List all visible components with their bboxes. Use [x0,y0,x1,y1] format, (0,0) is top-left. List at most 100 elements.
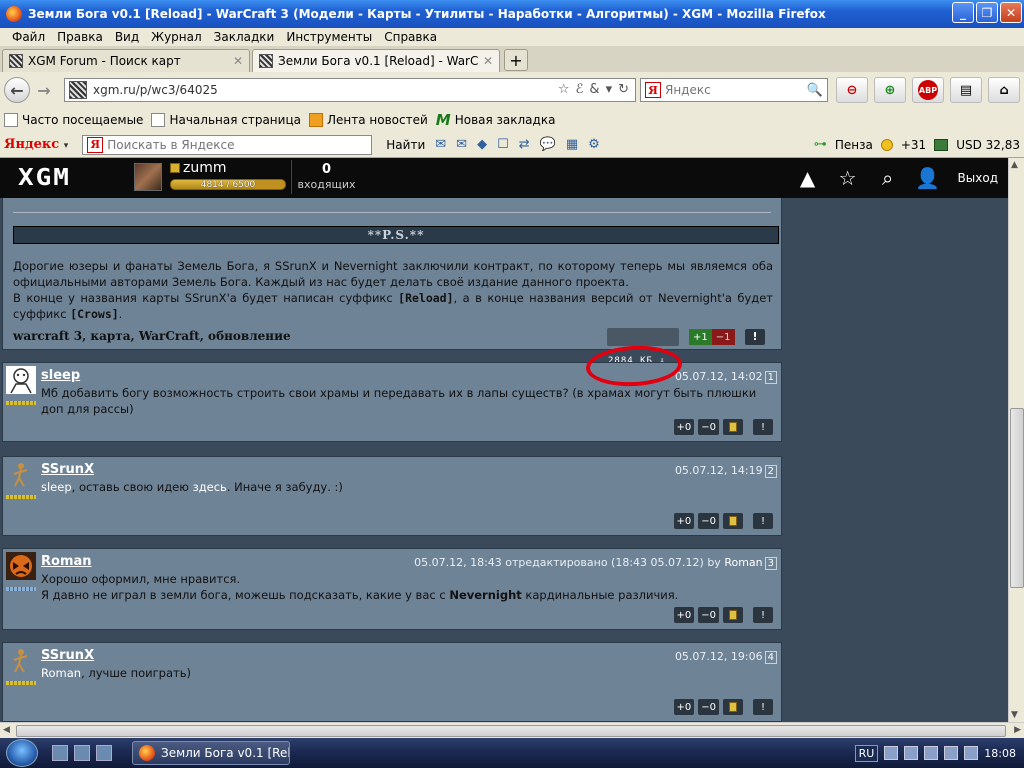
bookmark-star-icon[interactable]: ☆ [558,82,570,97]
yandex-search-field[interactable]: Я [82,134,373,155]
bookmark-icon[interactable] [723,419,743,435]
safely-remove-icon[interactable] [944,746,959,760]
bookmark-new[interactable]: M Новая закладка [436,111,556,129]
incoming-messages[interactable]: 0 входящих [291,160,361,194]
comment-number[interactable]: 1 [764,371,777,384]
bookmark-start-page[interactable]: Начальная страница [151,113,301,127]
close-button[interactable]: ✕ [1000,2,1022,23]
plus-button[interactable]: +0 [673,419,695,435]
yandex-search-input[interactable] [107,137,358,152]
scroll-left-arrow-icon[interactable]: ◀ [3,725,10,735]
search-bar[interactable]: Я 🔍 [640,78,828,102]
reload-icon[interactable]: ↻ [618,82,629,97]
add-icon[interactable]: ⊕ [874,77,906,103]
report-button[interactable]: ! [745,329,765,345]
menu-tools[interactable]: Инструменты [280,30,378,44]
vote-up-button[interactable]: +1 [689,329,712,345]
show-desktop-icon[interactable] [52,745,68,761]
adblock-icon[interactable]: ABP [912,77,944,103]
comment-number[interactable]: 4 [764,651,777,664]
avatar[interactable] [6,646,36,674]
flag-icon[interactable] [904,746,919,760]
tab-close-icon[interactable]: ✕ [483,54,493,68]
ampersand-icon[interactable]: & [589,82,599,97]
report-button[interactable]: ! [753,419,773,435]
avatar[interactable] [6,460,36,488]
network-icon[interactable] [884,746,899,760]
vertical-scrollbar[interactable]: ▲ ▼ [1008,158,1024,722]
city-label[interactable]: Пенза [835,138,873,152]
forward-button[interactable]: → [34,80,54,100]
clock[interactable]: 18:08 [984,747,1016,760]
tab-zemli-boga[interactable]: Земли Бога v0.1 [Reload] - WarCraft 3 (.… [252,49,500,72]
plus-button[interactable]: +0 [673,513,695,529]
scroll-down-arrow-icon[interactable]: ▼ [1011,710,1018,720]
new-tab-button[interactable]: + [504,49,528,71]
tray-app-icon[interactable] [964,746,979,760]
report-button[interactable]: ! [753,513,773,529]
taskbar-firefox-window[interactable]: Земли Бога v0.1 [Rel... [132,741,290,765]
user-avatar[interactable] [134,163,162,191]
url-input[interactable] [93,83,513,97]
menu-history[interactable]: Журнал [145,30,208,44]
bookmark-news-feed[interactable]: Лента новостей [308,113,428,127]
logout-link[interactable]: Выход [948,171,1008,185]
url-dropdown-icon[interactable]: ▾ [606,82,613,97]
minus-button[interactable]: −0 [698,699,719,715]
here-link[interactable]: здесь [193,480,227,494]
tab-xgm-forum[interactable]: XGM Forum - Поиск карт ✕ [2,49,250,72]
avatar[interactable] [6,552,36,580]
app-icon[interactable] [96,745,112,761]
bookmark-icon[interactable] [723,699,743,715]
disk-icon[interactable]: ☐ [497,137,509,152]
comment-author[interactable]: sleep [41,368,80,383]
mail-icon[interactable]: ✉ [435,137,446,152]
menu-edit[interactable]: Правка [51,30,109,44]
mention-link[interactable]: sleep [41,480,72,494]
translate-icon[interactable]: ⇄ [519,137,530,152]
comment-number[interactable]: 3 [764,557,777,570]
minus-button[interactable]: −0 [698,513,719,529]
menu-view[interactable]: Вид [109,30,145,44]
back-button[interactable]: ← [4,77,30,103]
mention-link[interactable]: Roman [41,666,81,680]
horizontal-scrollbar[interactable]: ◀ ▶ [0,722,1024,738]
language-indicator[interactable]: RU [854,744,879,762]
profile-user-icon[interactable]: 👤 [908,158,948,198]
scroll-right-arrow-icon[interactable]: ▶ [1014,725,1021,735]
minimize-button[interactable]: _ [952,2,974,23]
yandex-find-button[interactable]: Найти [386,138,425,152]
menu-help[interactable]: Справка [378,30,443,44]
comment-number[interactable]: 2 [764,465,777,478]
yandex-engine-icon[interactable]: Я [645,82,661,98]
scroll-up-icon[interactable]: ▲ [788,158,828,198]
scroll-up-arrow-icon[interactable]: ▲ [1011,160,1018,170]
plus-button[interactable]: +0 [673,607,695,623]
save-icon[interactable] [74,745,90,761]
home-icon[interactable]: ⌂ [988,77,1020,103]
comment-author[interactable]: Roman [41,554,92,569]
stop-icon[interactable]: ⊖ [836,77,868,103]
menu-file[interactable]: Файл [6,30,51,44]
username[interactable]: zumm [170,160,227,176]
apps-icon[interactable]: ▦ [566,137,578,152]
site-identity-icon[interactable] [69,81,87,99]
plus-button[interactable]: +0 [673,699,695,715]
tab-close-icon[interactable]: ✕ [233,54,243,68]
download-button[interactable] [607,328,679,346]
bookmark-most-visited[interactable]: Часто посещаемые [4,113,143,127]
avatar[interactable] [6,366,36,394]
address-bar[interactable]: ☆ ℰ & ▾ ↻ [64,78,636,102]
minus-button[interactable]: −0 [698,419,719,435]
report-button[interactable]: ! [753,607,773,623]
comment-author[interactable]: SSrunX [41,648,94,663]
search-input[interactable] [665,83,795,97]
sync-icon[interactable]: ▤ [950,77,982,103]
weather-label[interactable]: +31 [901,138,926,152]
bookmark-icon[interactable] [723,607,743,623]
start-button[interactable] [6,739,38,767]
volume-icon[interactable] [924,746,939,760]
minus-button[interactable]: −0 [698,607,719,623]
yandex-logo[interactable]: Яндекс ▾ [4,137,68,152]
vertical-scroll-thumb[interactable] [1010,408,1024,588]
